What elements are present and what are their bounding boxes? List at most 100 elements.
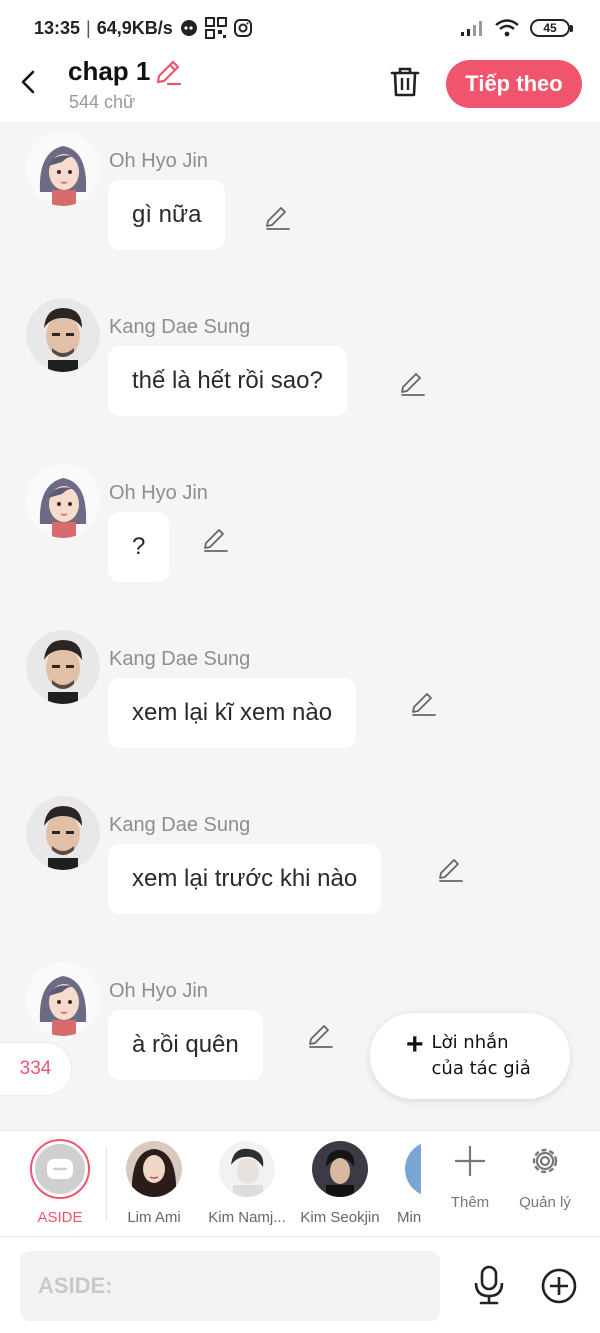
female-avatar-icon [26, 132, 100, 206]
avatar-kang-dae-sung[interactable] [26, 796, 100, 870]
back-button[interactable] [14, 64, 42, 100]
edit-message-button[interactable] [436, 856, 464, 884]
edit-message-button[interactable] [306, 1022, 334, 1050]
plus-icon: + [406, 1028, 424, 1061]
status-bar: 13:35 | 64,9KB/s 45 [0, 0, 600, 56]
edit-message-button[interactable] [263, 204, 291, 232]
word-count: 544 chữ [69, 92, 136, 112]
message-bubble[interactable]: ? [108, 512, 170, 582]
avatar-kang-dae-sung[interactable] [26, 630, 100, 704]
character-name: Min [397, 1209, 421, 1226]
status-right: 45 [460, 18, 573, 38]
manage-button[interactable]: Quản lý [510, 1143, 580, 1211]
character-bar: ASIDE Lim Ami Kim Namj... Kim Seokjin Mi… [0, 1130, 600, 1236]
pencil-icon [156, 60, 182, 86]
input-bar: ASIDE: [0, 1236, 600, 1333]
avatar-oh-hyo-jin[interactable] [26, 962, 100, 1036]
battery-indicator: 45 [530, 19, 573, 37]
chat-area: Oh Hyo Jin gì nữa Kang Dae Sung thế là h… [0, 122, 600, 1130]
author-note-label: Lời nhắn của tác giả [432, 1030, 531, 1082]
message-bubble[interactable]: gì nữa [108, 180, 226, 250]
edit-title-button[interactable] [154, 58, 182, 86]
delete-button[interactable] [388, 64, 422, 100]
male-avatar-icon [26, 630, 100, 704]
avatar-oh-hyo-jin[interactable] [26, 464, 100, 538]
avatar [219, 1141, 275, 1197]
mic-button[interactable] [470, 1265, 508, 1305]
message-bubble[interactable]: à rồi quên [108, 1010, 263, 1080]
author-note-button[interactable]: + Lời nhắn của tác giả [370, 1013, 570, 1099]
pencil-icon [439, 859, 463, 882]
sender-name: Oh Hyo Jin [109, 980, 208, 1002]
sender-name: Oh Hyo Jin [109, 150, 208, 172]
plus-icon [455, 1146, 485, 1176]
aside-inner [35, 1144, 85, 1194]
character-kim-namjoon[interactable]: Kim Namj... [201, 1141, 293, 1226]
status-time: 13:35 [34, 17, 81, 38]
next-button[interactable]: Tiếp theo [446, 60, 582, 108]
character-name: Kim Seokjin [300, 1209, 380, 1226]
message-bubble[interactable]: xem lại trước khi nào [108, 844, 382, 914]
avatar [405, 1141, 421, 1197]
qr-icon [204, 17, 227, 39]
add-button[interactable] [540, 1267, 578, 1305]
message-input[interactable]: ASIDE: [20, 1251, 440, 1321]
character-name: Kim Namj... [208, 1209, 286, 1226]
sender-name: Kang Dae Sung [109, 316, 251, 338]
chevron-left-icon [21, 70, 35, 94]
avatar [126, 1141, 182, 1197]
male-avatar-icon [26, 796, 100, 870]
kim-namjoon-avatar-icon [219, 1141, 275, 1197]
character-name: Lim Ami [127, 1209, 181, 1226]
instagram-icon [233, 19, 252, 37]
edit-message-button[interactable] [201, 526, 229, 554]
pencil-icon [309, 1025, 333, 1048]
add-label: Thêm [450, 1194, 490, 1211]
female-avatar-icon [26, 464, 100, 538]
kim-seokjin-avatar-icon [312, 1141, 368, 1197]
microphone-icon [474, 1265, 504, 1305]
sender-name: Oh Hyo Jin [109, 482, 208, 504]
plus-circle-icon [541, 1268, 577, 1304]
character-lim-ami[interactable]: Lim Ami [108, 1141, 200, 1226]
status-separator: | [86, 17, 91, 38]
pencil-icon [266, 207, 290, 230]
author-note-line1: Lời nhắn [431, 1032, 509, 1053]
author-note-line2: của tác giả [431, 1058, 531, 1079]
add-character-button[interactable]: Thêm [435, 1143, 505, 1211]
gear-icon [532, 1148, 558, 1174]
manage-label: Quản lý [519, 1194, 571, 1211]
sender-name: Kang Dae Sung [109, 814, 251, 836]
male-avatar-icon [26, 298, 100, 372]
divider [106, 1149, 107, 1221]
chapter-header: chap 1 544 chữ Tiếp theo [0, 56, 600, 122]
trash-icon [390, 67, 420, 97]
edit-message-button[interactable] [398, 370, 426, 398]
pencil-icon [401, 373, 425, 396]
avatar [312, 1141, 368, 1197]
female-avatar-icon [26, 962, 100, 1036]
avatar-kang-dae-sung[interactable] [26, 298, 100, 372]
character-aside[interactable]: ASIDE [14, 1139, 106, 1226]
min-avatar-icon [405, 1141, 421, 1197]
character-name: ASIDE [37, 1209, 83, 1226]
messenger-icon [180, 20, 197, 36]
edit-message-button[interactable] [409, 690, 437, 718]
count-badge[interactable]: 334 [0, 1042, 72, 1096]
status-left: 13:35 | 64,9KB/s [34, 17, 253, 39]
avatar-oh-hyo-jin[interactable] [26, 132, 100, 206]
chapter-title: chap 1 [68, 56, 151, 86]
message-bubble[interactable]: thế là hết rồi sao? [108, 346, 347, 416]
aside-avatar [30, 1139, 90, 1199]
chat-bubble-icon [47, 1159, 73, 1179]
wifi-icon [495, 19, 519, 37]
pencil-icon [412, 693, 436, 716]
lim-ami-avatar-icon [126, 1141, 182, 1197]
signal-icon [461, 21, 482, 36]
pencil-icon [204, 529, 228, 552]
character-min[interactable]: Min [387, 1141, 421, 1226]
character-kim-seokjin[interactable]: Kim Seokjin [294, 1141, 386, 1226]
message-bubble[interactable]: xem lại kĩ xem nào [108, 678, 357, 748]
status-speed: 64,9KB/s [96, 17, 173, 38]
sender-name: Kang Dae Sung [109, 648, 251, 670]
